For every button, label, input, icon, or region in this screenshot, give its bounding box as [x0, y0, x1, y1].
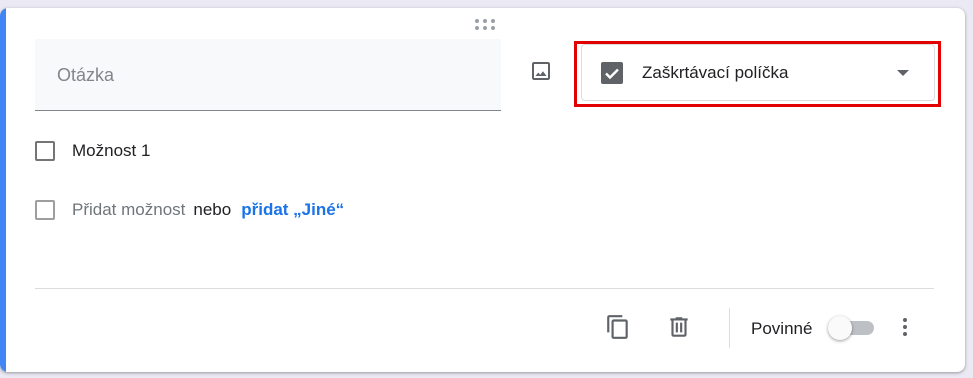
delete-button[interactable] — [663, 311, 695, 343]
image-icon — [532, 62, 550, 80]
add-option-checkbox-icon — [35, 200, 55, 220]
option-row: Možnost 1 — [35, 137, 150, 165]
add-other-link[interactable]: přidat „Jiné“ — [241, 200, 344, 220]
question-card[interactable]: Zaškrtávací políčka Možnost 1 Přidat mož… — [0, 8, 965, 372]
required-toggle[interactable] — [828, 315, 876, 341]
duplicate-button[interactable] — [602, 311, 634, 343]
option-label[interactable]: Možnost 1 — [72, 141, 150, 161]
duplicate-icon — [607, 315, 628, 339]
more-options-button[interactable] — [889, 311, 921, 343]
required-label: Povinné — [751, 319, 813, 338]
question-type-dropdown[interactable]: Zaškrtávací políčka — [581, 44, 935, 101]
active-accent-bar — [0, 8, 6, 372]
checkbox-icon — [601, 62, 623, 84]
more-vert-icon — [903, 318, 907, 336]
toggle-thumb — [828, 316, 852, 340]
footer-divider — [35, 288, 934, 289]
question-type-label: Zaškrtávací políčka — [642, 63, 789, 82]
add-option-row: Přidat možnost nebo přidat „Jiné“ — [35, 196, 344, 224]
question-title-field[interactable] — [35, 39, 501, 111]
drag-handle-icon[interactable] — [472, 18, 498, 32]
or-text: nebo — [193, 200, 232, 219]
delete-icon — [670, 317, 688, 337]
add-option-input[interactable]: Přidat možnost — [72, 200, 185, 220]
dropdown-arrow-icon — [897, 70, 909, 76]
add-image-button[interactable] — [524, 54, 558, 88]
option-checkbox-icon — [35, 141, 55, 161]
question-title-input[interactable] — [55, 61, 479, 89]
footer-vertical-divider — [729, 308, 730, 348]
